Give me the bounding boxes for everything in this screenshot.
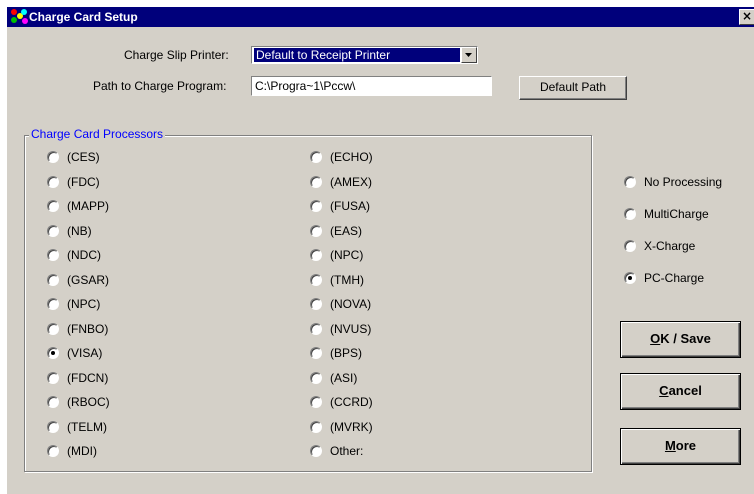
radio-label: (GSAR) [67, 272, 109, 287]
radio-button-icon[interactable] [310, 420, 322, 433]
radio-label: (MVRK) [330, 419, 373, 434]
ok-save-button[interactable]: OK / Save [620, 321, 741, 358]
radio-button-icon[interactable] [47, 224, 59, 237]
radio-button-icon[interactable] [47, 200, 59, 212]
dropdown-arrow-icon[interactable] [461, 47, 477, 63]
charge-card-setup-window: Charge Card Setup × Charge Slip Printer:… [6, 6, 754, 494]
printer-select[interactable]: Default to Receipt Printer [251, 46, 478, 64]
radio-button-icon[interactable] [47, 175, 59, 188]
radio-button-icon[interactable] [47, 396, 59, 408]
radio-button-icon[interactable] [310, 224, 322, 237]
app-icon [11, 9, 29, 25]
radio-button-icon[interactable] [310, 371, 322, 384]
radio-button-icon[interactable] [624, 208, 636, 220]
radio-button-icon[interactable] [310, 273, 322, 286]
default-path-button[interactable]: Default Path [519, 76, 627, 100]
printer-select-value: Default to Receipt Printer [254, 48, 460, 62]
radio-button-icon[interactable] [47, 249, 59, 261]
processors-title: Charge Card Processors [29, 127, 166, 141]
radio-label: (NDC) [67, 248, 101, 262]
radio-button-icon[interactable] [47, 273, 59, 286]
radio-label: (CES) [67, 150, 100, 164]
more-button[interactable]: More [620, 428, 741, 465]
radio-button-icon[interactable] [310, 347, 322, 359]
radio-button-icon[interactable] [310, 298, 322, 310]
radio-label: (NOVA) [330, 297, 372, 311]
radio-label: (CCRD) [330, 395, 373, 409]
window-title: Charge Card Setup [29, 10, 138, 24]
radio-label: (NB) [67, 223, 92, 238]
radio-button-icon[interactable] [47, 151, 59, 163]
radio-label: (ASI) [330, 370, 358, 385]
radio-label: (FDC) [67, 174, 100, 189]
radio-label: (NPC) [67, 297, 101, 311]
radio-button-icon[interactable] [624, 176, 636, 188]
radio-button-icon[interactable] [310, 249, 322, 261]
radio-label: (MAPP) [67, 199, 109, 213]
radio-button-icon[interactable] [624, 240, 636, 252]
radio-button-icon[interactable] [310, 151, 322, 163]
path-label: Path to Charge Program: [93, 79, 227, 93]
cancel-label: ancel [668, 383, 702, 398]
radio-label: (RBOC) [67, 395, 110, 409]
title-bar[interactable]: Charge Card Setup × [7, 7, 754, 27]
radio-button-icon[interactable] [310, 200, 322, 212]
radio-label: (TELM) [67, 419, 107, 434]
radio-label: (FDCN) [67, 370, 109, 385]
radio-button-icon[interactable] [47, 298, 59, 310]
radio-label: (BPS) [330, 346, 363, 360]
radio-label: X-Charge [644, 239, 696, 253]
radio-label: (ECHO) [330, 150, 373, 164]
radio-label: (FUSA) [330, 199, 370, 213]
path-input[interactable]: C:\Progra~1\Pccw\ [251, 76, 492, 96]
printer-label: Charge Slip Printer: [124, 48, 229, 62]
cancel-button[interactable]: Cancel [620, 373, 741, 410]
more-label: ore [675, 438, 697, 453]
radio-label: (EAS) [330, 223, 363, 238]
radio-selected-dot [51, 351, 55, 355]
radio-button-icon[interactable] [47, 347, 59, 359]
ok-save-accel: O [650, 331, 661, 346]
radio-button-icon[interactable] [47, 445, 59, 457]
processors-groupbox [24, 135, 592, 472]
radio-button-icon[interactable] [624, 272, 636, 284]
radio-button-icon[interactable] [310, 322, 322, 335]
more-accel: M [664, 438, 676, 453]
radio-label: (FNBO) [67, 321, 109, 336]
cancel-accel: C [659, 383, 669, 398]
radio-button-icon[interactable] [47, 420, 59, 433]
radio-selected-dot [628, 276, 632, 280]
radio-button-icon[interactable] [310, 396, 322, 408]
ok-save-label: K / Save [660, 331, 711, 346]
radio-label: (TMH) [330, 272, 364, 287]
radio-button-icon[interactable] [47, 371, 59, 384]
radio-button-icon[interactable] [310, 175, 322, 188]
radio-label: MultiCharge [644, 207, 709, 221]
radio-label: (AMEX) [330, 174, 372, 189]
radio-label: PC-Charge [644, 271, 705, 285]
radio-label: (NPC) [330, 248, 364, 262]
close-icon[interactable]: × [739, 9, 754, 25]
radio-label: No Processing [644, 175, 723, 189]
radio-label: (MDI) [67, 444, 97, 458]
radio-label: (VISA) [67, 346, 103, 360]
radio-label: (NVUS) [330, 321, 372, 336]
radio-label: Other: [330, 444, 364, 458]
radio-button-icon[interactable] [310, 445, 322, 457]
radio-button-icon[interactable] [47, 322, 59, 335]
